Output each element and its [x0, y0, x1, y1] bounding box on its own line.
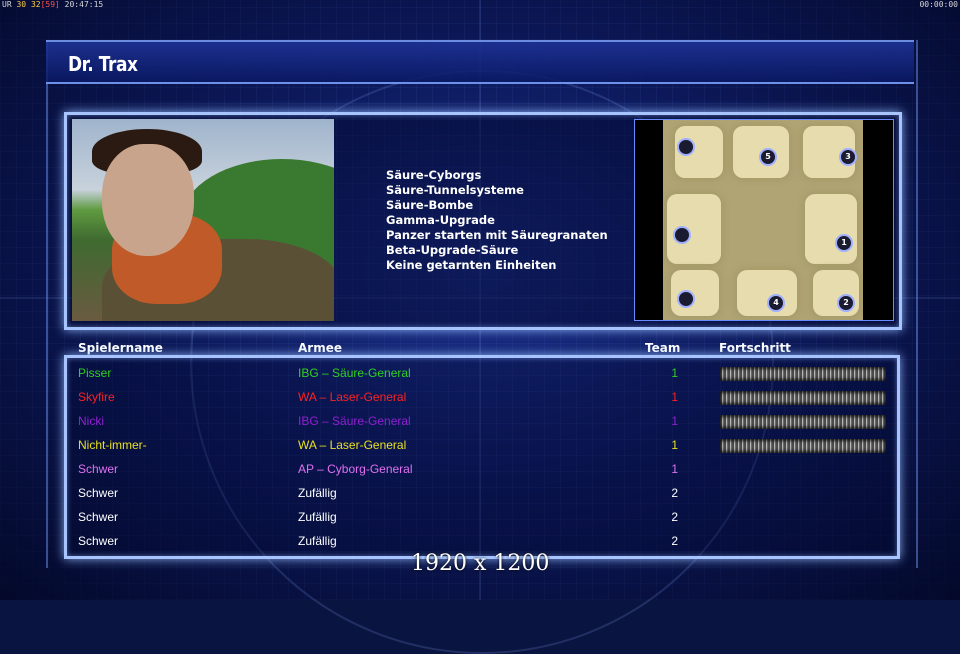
minimap-spawn-point	[677, 138, 695, 156]
column-header-progress: Fortschritt	[719, 341, 791, 355]
player-army: Zufällig	[298, 510, 337, 524]
stat-time: 20:47:15	[64, 0, 104, 9]
title-bar	[46, 40, 914, 84]
player-name: Nicki	[78, 414, 104, 428]
player-row: Pisser IBG – Säure-General 1	[0, 361, 960, 385]
minimap-spawn-point: 1	[835, 234, 853, 252]
minimap-spawn-point: 4	[767, 294, 785, 312]
player-team: 1	[671, 414, 678, 428]
column-header-team: Team	[645, 341, 681, 355]
player-name: Nicht-immer-	[78, 438, 147, 452]
stat-c: [59]	[40, 0, 60, 9]
player-row: Nicki IBG – Säure-General 1	[0, 409, 960, 433]
player-army: WA – Laser-General	[298, 390, 407, 404]
general-feature-item: Gamma-Upgrade	[386, 213, 495, 227]
stat-prefix: UR	[2, 0, 12, 9]
general-feature-item: Säure-Tunnelsysteme	[386, 183, 524, 197]
player-army: Zufällig	[298, 534, 337, 548]
page-title: Dr. Trax	[68, 52, 138, 76]
player-row: Skyfire WA – Laser-General 1	[0, 385, 960, 409]
general-feature-item: Säure-Cyborgs	[386, 168, 482, 182]
loading-progress-bar	[720, 391, 886, 405]
minimap-spawn-point	[673, 226, 691, 244]
player-army: IBG – Säure-General	[298, 414, 411, 428]
game-clock: 00:00:00	[919, 0, 958, 9]
resolution-watermark: 1920 x 1200	[411, 551, 550, 576]
player-row: Schwer Zufällig 2	[0, 481, 960, 505]
player-name: Schwer	[78, 486, 119, 500]
player-team: 1	[671, 390, 678, 404]
general-features-list: Säure-Cyborgs Säure-Tunnelsysteme Säure-Bo…	[386, 168, 608, 273]
player-team: 2	[671, 486, 678, 500]
general-feature-item: Säure-Bombe	[386, 198, 474, 212]
fps-stats: UR 30 32[59] 20:47:15	[2, 0, 103, 10]
column-header-name: Spielername	[78, 341, 163, 355]
minimap: 5 3 1 4 2	[634, 119, 894, 321]
minimap-spawn-point: 2	[837, 294, 855, 312]
player-army: AP – Cyborg-General	[298, 462, 413, 476]
minimap-spawn-point: 5	[759, 148, 777, 166]
loading-progress-bar	[720, 415, 886, 429]
general-feature-item: Keine getarnten Einheiten	[386, 258, 557, 272]
player-name: Schwer	[78, 534, 119, 548]
player-name: Pisser	[78, 366, 112, 380]
stat-a: 30	[16, 0, 27, 9]
general-feature-item: Beta-Upgrade-Säure	[386, 243, 519, 257]
loading-progress-bar	[720, 367, 886, 381]
player-name: Schwer	[78, 462, 119, 476]
player-row: Schwer Zufällig 2	[0, 529, 960, 553]
player-row: Schwer AP – Cyborg-General 1	[0, 457, 960, 481]
player-team: 1	[671, 366, 678, 380]
general-portrait	[72, 119, 334, 321]
player-team: 2	[671, 534, 678, 548]
player-army: WA – Laser-General	[298, 438, 407, 452]
debug-overlay: UR 30 32[59] 20:47:15 00:00:00	[0, 0, 960, 10]
minimap-terrain: 5 3 1 4 2	[663, 120, 863, 320]
player-army: IBG – Säure-General	[298, 366, 411, 380]
player-name: Schwer	[78, 510, 119, 524]
player-team: 2	[671, 510, 678, 524]
player-name: Skyfire	[78, 390, 115, 404]
minimap-spawn-point	[677, 290, 695, 308]
column-header-army: Armee	[298, 341, 342, 355]
minimap-spawn-point: 3	[839, 148, 857, 166]
player-row: Schwer Zufällig 2	[0, 505, 960, 529]
loading-progress-bar	[720, 439, 886, 453]
general-feature-item: Panzer starten mit Säuregranaten	[386, 228, 608, 242]
player-row: Nicht-immer- WA – Laser-General 1	[0, 433, 960, 457]
player-team: 1	[671, 438, 678, 452]
player-team: 1	[671, 462, 678, 476]
player-army: Zufällig	[298, 486, 337, 500]
stat-b: 32	[30, 0, 41, 9]
